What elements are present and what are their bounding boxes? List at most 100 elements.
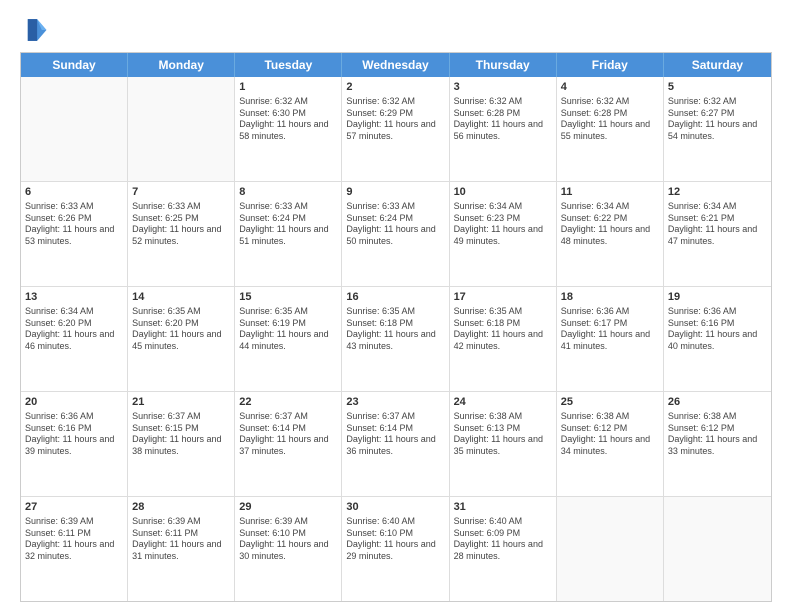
day-number: 29 [239, 500, 337, 515]
calendar-cell-4-6 [664, 497, 771, 601]
calendar-row-3: 20Sunrise: 6:36 AM Sunset: 6:16 PM Dayli… [21, 392, 771, 497]
calendar-row-4: 27Sunrise: 6:39 AM Sunset: 6:11 PM Dayli… [21, 497, 771, 601]
calendar-cell-0-5: 4Sunrise: 6:32 AM Sunset: 6:28 PM Daylig… [557, 77, 664, 181]
header-day-thursday: Thursday [450, 53, 557, 77]
cell-info: Sunrise: 6:39 AM Sunset: 6:10 PM Dayligh… [239, 516, 337, 563]
day-number: 8 [239, 185, 337, 200]
cell-info: Sunrise: 6:33 AM Sunset: 6:26 PM Dayligh… [25, 201, 123, 248]
day-number: 28 [132, 500, 230, 515]
header-day-monday: Monday [128, 53, 235, 77]
cell-info: Sunrise: 6:40 AM Sunset: 6:10 PM Dayligh… [346, 516, 444, 563]
day-number: 1 [239, 80, 337, 95]
day-number: 20 [25, 395, 123, 410]
day-number: 30 [346, 500, 444, 515]
day-number: 10 [454, 185, 552, 200]
cell-info: Sunrise: 6:33 AM Sunset: 6:25 PM Dayligh… [132, 201, 230, 248]
cell-info: Sunrise: 6:38 AM Sunset: 6:13 PM Dayligh… [454, 411, 552, 458]
calendar-cell-3-5: 25Sunrise: 6:38 AM Sunset: 6:12 PM Dayli… [557, 392, 664, 496]
calendar-cell-0-3: 2Sunrise: 6:32 AM Sunset: 6:29 PM Daylig… [342, 77, 449, 181]
day-number: 9 [346, 185, 444, 200]
cell-info: Sunrise: 6:37 AM Sunset: 6:15 PM Dayligh… [132, 411, 230, 458]
calendar-cell-4-5 [557, 497, 664, 601]
cell-info: Sunrise: 6:33 AM Sunset: 6:24 PM Dayligh… [239, 201, 337, 248]
cell-info: Sunrise: 6:39 AM Sunset: 6:11 PM Dayligh… [25, 516, 123, 563]
cell-info: Sunrise: 6:35 AM Sunset: 6:20 PM Dayligh… [132, 306, 230, 353]
calendar-cell-3-0: 20Sunrise: 6:36 AM Sunset: 6:16 PM Dayli… [21, 392, 128, 496]
calendar: SundayMondayTuesdayWednesdayThursdayFrid… [20, 52, 772, 602]
cell-info: Sunrise: 6:33 AM Sunset: 6:24 PM Dayligh… [346, 201, 444, 248]
calendar-cell-1-0: 6Sunrise: 6:33 AM Sunset: 6:26 PM Daylig… [21, 182, 128, 286]
calendar-cell-2-6: 19Sunrise: 6:36 AM Sunset: 6:16 PM Dayli… [664, 287, 771, 391]
day-number: 4 [561, 80, 659, 95]
cell-info: Sunrise: 6:39 AM Sunset: 6:11 PM Dayligh… [132, 516, 230, 563]
cell-info: Sunrise: 6:38 AM Sunset: 6:12 PM Dayligh… [668, 411, 767, 458]
day-number: 25 [561, 395, 659, 410]
calendar-row-1: 6Sunrise: 6:33 AM Sunset: 6:26 PM Daylig… [21, 182, 771, 287]
calendar-cell-2-5: 18Sunrise: 6:36 AM Sunset: 6:17 PM Dayli… [557, 287, 664, 391]
calendar-cell-0-6: 5Sunrise: 6:32 AM Sunset: 6:27 PM Daylig… [664, 77, 771, 181]
calendar-cell-1-3: 9Sunrise: 6:33 AM Sunset: 6:24 PM Daylig… [342, 182, 449, 286]
calendar-cell-2-3: 16Sunrise: 6:35 AM Sunset: 6:18 PM Dayli… [342, 287, 449, 391]
day-number: 21 [132, 395, 230, 410]
cell-info: Sunrise: 6:36 AM Sunset: 6:17 PM Dayligh… [561, 306, 659, 353]
cell-info: Sunrise: 6:36 AM Sunset: 6:16 PM Dayligh… [25, 411, 123, 458]
day-number: 16 [346, 290, 444, 305]
day-number: 31 [454, 500, 552, 515]
logo-icon [20, 16, 48, 44]
calendar-cell-0-0 [21, 77, 128, 181]
day-number: 17 [454, 290, 552, 305]
day-number: 24 [454, 395, 552, 410]
calendar-cell-2-2: 15Sunrise: 6:35 AM Sunset: 6:19 PM Dayli… [235, 287, 342, 391]
cell-info: Sunrise: 6:35 AM Sunset: 6:18 PM Dayligh… [454, 306, 552, 353]
logo [20, 16, 52, 44]
day-number: 27 [25, 500, 123, 515]
header-day-saturday: Saturday [664, 53, 771, 77]
calendar-cell-4-2: 29Sunrise: 6:39 AM Sunset: 6:10 PM Dayli… [235, 497, 342, 601]
cell-info: Sunrise: 6:35 AM Sunset: 6:18 PM Dayligh… [346, 306, 444, 353]
day-number: 23 [346, 395, 444, 410]
calendar-cell-1-5: 11Sunrise: 6:34 AM Sunset: 6:22 PM Dayli… [557, 182, 664, 286]
calendar-cell-2-1: 14Sunrise: 6:35 AM Sunset: 6:20 PM Dayli… [128, 287, 235, 391]
cell-info: Sunrise: 6:36 AM Sunset: 6:16 PM Dayligh… [668, 306, 767, 353]
day-number: 12 [668, 185, 767, 200]
cell-info: Sunrise: 6:34 AM Sunset: 6:23 PM Dayligh… [454, 201, 552, 248]
cell-info: Sunrise: 6:34 AM Sunset: 6:21 PM Dayligh… [668, 201, 767, 248]
header-day-sunday: Sunday [21, 53, 128, 77]
calendar-cell-3-3: 23Sunrise: 6:37 AM Sunset: 6:14 PM Dayli… [342, 392, 449, 496]
calendar-cell-3-4: 24Sunrise: 6:38 AM Sunset: 6:13 PM Dayli… [450, 392, 557, 496]
calendar-cell-0-4: 3Sunrise: 6:32 AM Sunset: 6:28 PM Daylig… [450, 77, 557, 181]
calendar-cell-0-2: 1Sunrise: 6:32 AM Sunset: 6:30 PM Daylig… [235, 77, 342, 181]
day-number: 3 [454, 80, 552, 95]
header-day-tuesday: Tuesday [235, 53, 342, 77]
calendar-cell-4-3: 30Sunrise: 6:40 AM Sunset: 6:10 PM Dayli… [342, 497, 449, 601]
calendar-cell-1-4: 10Sunrise: 6:34 AM Sunset: 6:23 PM Dayli… [450, 182, 557, 286]
cell-info: Sunrise: 6:32 AM Sunset: 6:27 PM Dayligh… [668, 96, 767, 143]
cell-info: Sunrise: 6:34 AM Sunset: 6:22 PM Dayligh… [561, 201, 659, 248]
page: SundayMondayTuesdayWednesdayThursdayFrid… [0, 0, 792, 612]
calendar-cell-1-6: 12Sunrise: 6:34 AM Sunset: 6:21 PM Dayli… [664, 182, 771, 286]
day-number: 7 [132, 185, 230, 200]
day-number: 19 [668, 290, 767, 305]
calendar-row-2: 13Sunrise: 6:34 AM Sunset: 6:20 PM Dayli… [21, 287, 771, 392]
cell-info: Sunrise: 6:35 AM Sunset: 6:19 PM Dayligh… [239, 306, 337, 353]
day-number: 26 [668, 395, 767, 410]
day-number: 13 [25, 290, 123, 305]
cell-info: Sunrise: 6:40 AM Sunset: 6:09 PM Dayligh… [454, 516, 552, 563]
day-number: 5 [668, 80, 767, 95]
cell-info: Sunrise: 6:32 AM Sunset: 6:28 PM Dayligh… [561, 96, 659, 143]
cell-info: Sunrise: 6:32 AM Sunset: 6:29 PM Dayligh… [346, 96, 444, 143]
calendar-cell-3-6: 26Sunrise: 6:38 AM Sunset: 6:12 PM Dayli… [664, 392, 771, 496]
header [20, 16, 772, 44]
cell-info: Sunrise: 6:32 AM Sunset: 6:30 PM Dayligh… [239, 96, 337, 143]
calendar-cell-0-1 [128, 77, 235, 181]
day-number: 15 [239, 290, 337, 305]
calendar-row-0: 1Sunrise: 6:32 AM Sunset: 6:30 PM Daylig… [21, 77, 771, 182]
calendar-cell-4-0: 27Sunrise: 6:39 AM Sunset: 6:11 PM Dayli… [21, 497, 128, 601]
calendar-header: SundayMondayTuesdayWednesdayThursdayFrid… [21, 53, 771, 77]
day-number: 22 [239, 395, 337, 410]
calendar-cell-4-4: 31Sunrise: 6:40 AM Sunset: 6:09 PM Dayli… [450, 497, 557, 601]
header-day-wednesday: Wednesday [342, 53, 449, 77]
calendar-cell-2-0: 13Sunrise: 6:34 AM Sunset: 6:20 PM Dayli… [21, 287, 128, 391]
day-number: 14 [132, 290, 230, 305]
day-number: 18 [561, 290, 659, 305]
